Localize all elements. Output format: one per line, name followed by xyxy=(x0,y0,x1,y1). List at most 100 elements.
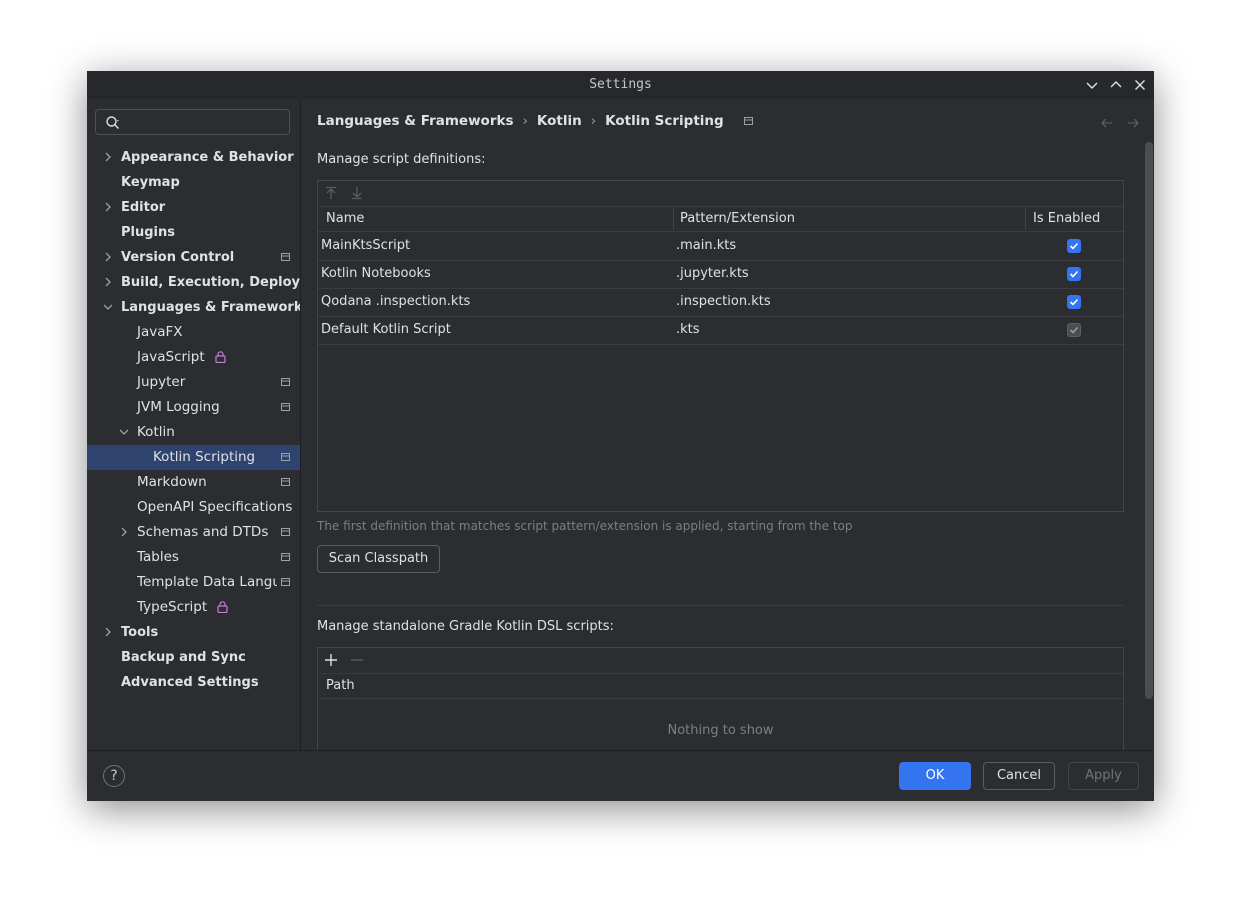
content-scrollbar[interactable] xyxy=(1145,142,1153,699)
sidebar-item-label: JVM Logging xyxy=(137,399,220,415)
close-icon xyxy=(1135,80,1145,90)
sidebar-item-label: JavaFX xyxy=(137,324,183,340)
check-icon xyxy=(1069,242,1079,250)
sidebar-item-markdown[interactable]: Markdown xyxy=(87,470,300,495)
ok-button[interactable]: OK xyxy=(899,762,971,790)
project-scope-icon xyxy=(281,528,290,536)
sidebar-item-jupyter[interactable]: Jupyter xyxy=(87,370,300,395)
breadcrumb: Languages & Frameworks › Kotlin › Kotlin Scr… xyxy=(317,113,754,131)
sidebar-item-schemas-dtds[interactable]: Schemas and DTDs xyxy=(87,520,300,545)
gradle-scripts-table: Path Nothing to show xyxy=(317,647,1124,757)
sidebar-item-label: Kotlin xyxy=(137,424,175,440)
cell-name: Default Kotlin Script xyxy=(321,322,451,337)
settings-content: Languages & Frameworks › Kotlin › Kotlin Scr… xyxy=(301,99,1154,757)
help-button[interactable]: ? xyxy=(103,765,125,787)
cell-pattern: .main.kts xyxy=(676,238,737,253)
dialog-footer: ? OK Cancel Apply xyxy=(87,750,1154,801)
lock-icon xyxy=(215,351,226,363)
enabled-checkbox[interactable] xyxy=(1067,295,1081,309)
move-down-icon[interactable] xyxy=(350,186,364,200)
project-scope-icon xyxy=(281,453,290,461)
chevron-down-icon xyxy=(103,304,113,310)
gradle-scripts-label: Manage standalone Gradle Kotlin DSL scri… xyxy=(317,619,614,634)
sidebar-item-label: Version Control xyxy=(121,250,235,265)
breadcrumb-item[interactable]: Languages & Frameworks xyxy=(317,113,514,129)
table-row[interactable]: MainKtsScript .main.kts xyxy=(318,232,1123,261)
chevron-right-icon xyxy=(105,152,111,162)
sidebar-item-tools[interactable]: Tools xyxy=(87,620,300,645)
sidebar-item-label: JavaScript xyxy=(137,349,205,365)
sidebar-item-jvm-logging[interactable]: JVM Logging xyxy=(87,395,300,420)
settings-search[interactable] xyxy=(95,109,290,135)
cell-name: Kotlin Notebooks xyxy=(321,266,431,281)
table-row[interactable]: Kotlin Notebooks .jupyter.kts xyxy=(318,260,1123,289)
cell-name: MainKtsScript xyxy=(321,238,411,253)
window-title: Settings xyxy=(589,77,652,92)
chevron-down-icon xyxy=(1086,82,1098,89)
sidebar-item-label: Tables xyxy=(137,549,179,565)
sidebar-item-typescript[interactable]: TypeScript xyxy=(87,595,300,620)
remove-icon[interactable] xyxy=(350,653,364,667)
breadcrumb-item: Kotlin Scripting xyxy=(605,113,724,129)
sidebar-item-label: Markdown xyxy=(137,474,207,490)
chevron-right-icon xyxy=(105,627,111,637)
check-icon xyxy=(1069,298,1079,306)
sidebar-item-advanced-settings[interactable]: Advanced Settings xyxy=(87,670,300,695)
forward-arrow-icon[interactable] xyxy=(1126,116,1140,130)
column-header-enabled[interactable]: Is Enabled xyxy=(1033,206,1100,231)
column-header-name[interactable]: Name xyxy=(326,206,364,231)
sidebar-item-languages-frameworks[interactable]: Languages & Frameworks xyxy=(87,295,300,320)
back-arrow-icon[interactable] xyxy=(1100,116,1114,130)
sidebar-item-kotlin[interactable]: Kotlin xyxy=(87,420,300,445)
sidebar-item-javascript[interactable]: JavaScript xyxy=(87,345,300,370)
project-scope-icon xyxy=(281,578,290,586)
sidebar-item-template-data-languages[interactable]: Template Data Languages xyxy=(87,570,300,595)
enabled-checkbox[interactable] xyxy=(1067,267,1081,281)
sidebar-item-label: Advanced Settings xyxy=(121,675,259,690)
sidebar-item-label: Plugins xyxy=(121,225,175,240)
table-row[interactable]: Qodana .inspection.kts .inspection.kts xyxy=(318,288,1123,317)
sidebar-item-build-execution-deployment[interactable]: Build, Execution, Deployment xyxy=(87,270,300,295)
enabled-checkbox[interactable] xyxy=(1067,239,1081,253)
sidebar-item-tables[interactable]: Tables xyxy=(87,545,300,570)
sidebar-item-backup-sync[interactable]: Backup and Sync xyxy=(87,645,300,670)
cell-name: Qodana .inspection.kts xyxy=(321,294,471,309)
chevron-right-icon xyxy=(105,202,111,212)
sidebar-item-editor[interactable]: Editor xyxy=(87,195,300,220)
search-input[interactable] xyxy=(126,112,285,134)
close-button[interactable] xyxy=(1132,77,1148,93)
sidebar-item-version-control[interactable]: Version Control xyxy=(87,245,300,270)
sidebar-item-label: Jupyter xyxy=(137,374,186,390)
settings-window: Settings Appearance & Behavior Keymap Ed… xyxy=(87,71,1154,801)
cancel-button[interactable]: Cancel xyxy=(983,762,1055,790)
column-header-path[interactable]: Path xyxy=(326,673,355,698)
minimize-button[interactable] xyxy=(1084,77,1100,93)
enabled-checkbox-disabled xyxy=(1067,323,1081,337)
maximize-button[interactable] xyxy=(1108,77,1124,93)
move-up-icon[interactable] xyxy=(324,186,338,200)
sidebar-item-openapi-specifications[interactable]: OpenAPI Specifications xyxy=(87,495,300,520)
project-scope-icon xyxy=(281,478,290,486)
check-icon xyxy=(1069,326,1079,334)
project-scope-icon xyxy=(744,117,754,125)
table-toolbar xyxy=(318,181,1123,207)
add-icon[interactable] xyxy=(324,653,338,667)
table-row[interactable]: Default Kotlin Script .kts xyxy=(318,316,1123,345)
sidebar-item-javafx[interactable]: JavaFX xyxy=(87,320,300,345)
section-divider xyxy=(317,605,1124,606)
sidebar-item-keymap[interactable]: Keymap xyxy=(87,170,300,195)
check-icon xyxy=(1069,270,1079,278)
column-divider xyxy=(673,208,674,229)
sidebar-item-appearance-behavior[interactable]: Appearance & Behavior xyxy=(87,145,300,170)
chevron-down-icon xyxy=(119,429,129,435)
sidebar-item-plugins[interactable]: Plugins xyxy=(87,220,300,245)
sidebar-item-label: OpenAPI Specifications xyxy=(137,499,293,515)
scan-classpath-button[interactable]: Scan Classpath xyxy=(317,545,440,573)
cell-pattern: .inspection.kts xyxy=(676,294,771,309)
sidebar-item-kotlin-scripting[interactable]: Kotlin Scripting xyxy=(87,445,300,470)
breadcrumb-item[interactable]: Kotlin xyxy=(537,113,582,129)
column-header-pattern[interactable]: Pattern/Extension xyxy=(680,206,795,231)
lock-icon xyxy=(217,601,229,613)
project-scope-icon xyxy=(281,253,290,261)
sidebar-item-label: Languages & Frameworks xyxy=(121,300,300,315)
